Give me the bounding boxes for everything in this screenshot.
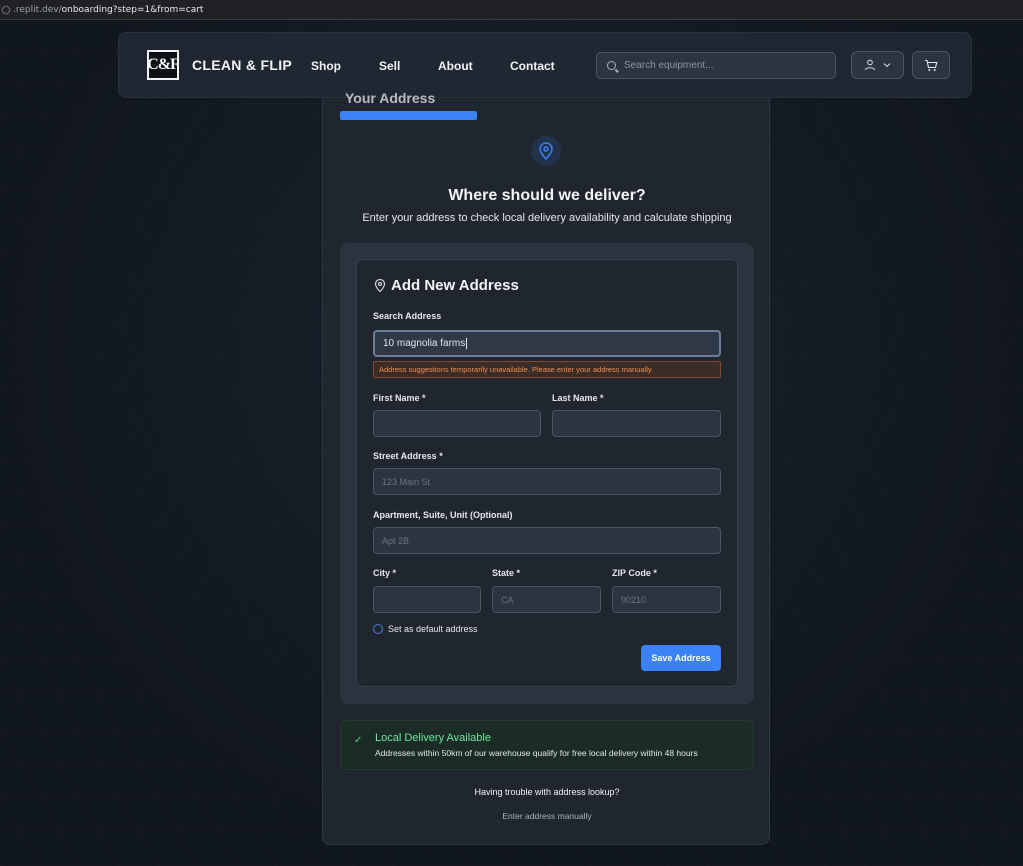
delivery-text: Addresses within 50km of our warehouse q… [375, 748, 698, 758]
state-label: State * [492, 568, 521, 578]
page-subtitle: Enter your address to check local delive… [362, 212, 732, 224]
form-title: Add New Address [391, 277, 519, 294]
zip-placeholder: 90210 [621, 594, 647, 605]
first-name-input[interactable] [373, 410, 541, 437]
warning-message: Address suggestions temporarily unavaila… [373, 361, 721, 378]
logo-mark[interactable]: C&F [147, 50, 180, 80]
last-name-label: Last Name * [552, 393, 604, 403]
chevron-down-icon [883, 63, 890, 68]
city-label: City * [373, 568, 397, 578]
apartment-input[interactable]: Apt 2B [373, 527, 721, 554]
cart-button[interactable] [912, 51, 950, 79]
nav-sell[interactable]: Sell [379, 59, 400, 73]
site-header: C&F CLEAN & FLIP Shop Sell About Contact… [118, 32, 972, 98]
search-placeholder: Search equipment... [624, 60, 714, 71]
search-address-label: Search Address [373, 311, 442, 321]
text-caret [466, 338, 468, 349]
zip-input[interactable]: 90210 [612, 586, 721, 613]
save-address-button[interactable]: Save Address [641, 645, 721, 671]
first-name-label: First Name * [373, 393, 426, 403]
street-placeholder: 123 Main St [382, 476, 431, 487]
user-icon [864, 59, 875, 71]
account-button[interactable] [851, 51, 904, 79]
url-path: onboarding?step=1&from=cart [61, 4, 204, 15]
address-panel: Add New Address Search Address 10 magnol… [340, 243, 754, 704]
brand-name[interactable]: CLEAN & FLIP [192, 57, 292, 73]
progress-bar [340, 111, 477, 120]
search-icon [607, 61, 616, 70]
location-pin-icon [374, 279, 386, 292]
apartment-label: Apartment, Suite, Unit (Optional) [373, 510, 513, 520]
nav-contact[interactable]: Contact [510, 59, 555, 73]
apartment-placeholder: Apt 2B [382, 535, 410, 546]
location-pin-badge [531, 136, 561, 166]
local-delivery-notice: ✓ Local Delivery Available Addresses wit… [340, 720, 754, 770]
enter-manually-link[interactable]: Enter address manually [323, 811, 771, 821]
check-icon: ✓ [354, 735, 363, 746]
url-prefix: .replit.dev/ [13, 4, 62, 15]
street-address-input[interactable]: 123 Main St [373, 468, 721, 495]
page-heading: Where should we deliver? [448, 187, 646, 204]
city-input[interactable] [373, 586, 481, 613]
state-input[interactable]: CA [492, 586, 601, 613]
state-placeholder: CA [501, 594, 514, 605]
street-address-label: Street Address * [373, 451, 443, 461]
zip-label: ZIP Code * [612, 568, 657, 578]
default-address-checkbox[interactable] [373, 624, 383, 634]
search-input[interactable]: Search equipment... [596, 52, 836, 79]
search-address-input[interactable]: 10 magnolia farms [373, 330, 721, 357]
last-name-input[interactable] [552, 410, 721, 437]
search-address-value: 10 magnolia farms [383, 338, 466, 349]
nav-about[interactable]: About [438, 59, 473, 73]
onboarding-card: Your Address Where should we deliver? En… [322, 90, 771, 845]
nav-shop[interactable]: Shop [311, 59, 341, 73]
step-title-partial: Your Address [345, 90, 436, 106]
delivery-title: Local Delivery Available [375, 732, 491, 744]
default-address-label[interactable]: Set as default address [388, 624, 478, 634]
cart-icon [925, 59, 938, 71]
browser-url-bar[interactable]: .replit.dev/onboarding?step=1&from=cart [0, 0, 1023, 20]
help-question: Having trouble with address lookup? [474, 787, 620, 797]
address-form: Add New Address Search Address 10 magnol… [356, 259, 738, 687]
location-pin-icon [539, 142, 553, 160]
link-icon [0, 3, 12, 16]
